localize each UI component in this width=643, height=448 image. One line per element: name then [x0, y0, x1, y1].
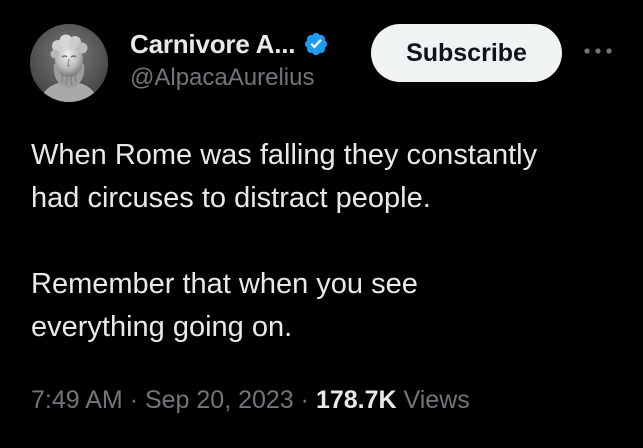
verified-badge-icon[interactable]	[303, 31, 329, 57]
meta-separator: ·	[300, 386, 309, 414]
tweet-date[interactable]: Sep 20, 2023	[145, 386, 294, 414]
author-display-name[interactable]: Carnivore A...	[130, 29, 295, 60]
avatar[interactable]	[30, 24, 108, 102]
tweet-line: everything going on.	[31, 311, 293, 343]
tweet-line: had circuses to distract people.	[31, 182, 431, 214]
author-handle[interactable]: @AlpacaAurelius	[130, 64, 314, 92]
marble-bust-avatar-icon	[30, 24, 108, 102]
tweet-line: Remember that when you see	[31, 268, 418, 300]
author-name-row: Carnivore A...	[130, 27, 329, 61]
views-count: 178.7K	[315, 386, 397, 414]
tweet-line: When Rome was falling they constantly	[31, 139, 538, 171]
tweet-card: Carnivore A... @AlpacaAurelius Subscribe…	[0, 0, 643, 448]
tweet-meta: 7:49 AM · Sep 20, 2023 · 178.7K Views	[31, 386, 470, 415]
more-horizontal-icon[interactable]	[580, 36, 616, 66]
subscribe-button[interactable]: Subscribe	[371, 24, 562, 82]
views-label: Views	[403, 386, 470, 414]
meta-separator: ·	[129, 386, 139, 414]
tweet-text: When Rome was falling they constantly ha…	[31, 134, 621, 349]
tweet-time[interactable]: 7:49 AM	[31, 386, 123, 414]
